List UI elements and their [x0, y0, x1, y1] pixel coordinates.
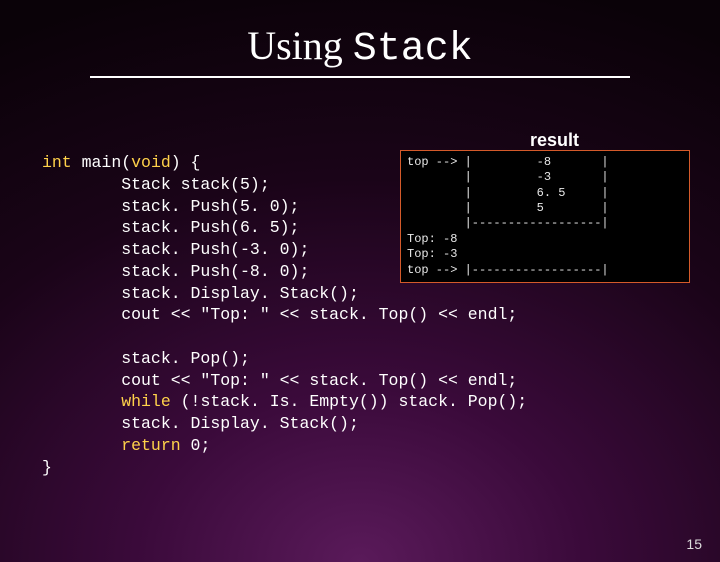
code-line: stack. Push(-8. 0); — [42, 262, 309, 281]
code-line: stack. Push(5. 0); — [42, 197, 299, 216]
kw-return: return — [121, 436, 180, 455]
title-text-1: Using — [247, 23, 353, 68]
code-line: stack. Display. Stack(); — [42, 284, 359, 303]
code-text: 0; — [181, 436, 211, 455]
code-line: cout << "Top: " << stack. Top() << endl; — [42, 371, 517, 390]
code-line: cout << "Top: " << stack. Top() << endl; — [42, 305, 517, 324]
code-line: stack. Pop(); — [42, 349, 250, 368]
kw-while: while — [121, 392, 171, 411]
code-block: int main(void) { Stack stack(5); stack. … — [42, 152, 527, 478]
title-text-2: Stack — [353, 27, 473, 72]
code-text — [42, 392, 121, 411]
code-line: stack. Push(6. 5); — [42, 218, 299, 237]
kw-void: void — [131, 153, 171, 172]
code-line: stack. Display. Stack(); — [42, 414, 359, 433]
page-number: 15 — [686, 536, 702, 552]
code-line: Stack stack(5); — [42, 175, 270, 194]
kw-int: int — [42, 153, 72, 172]
result-label: result — [530, 130, 579, 151]
code-line: } — [42, 458, 52, 477]
title-underline — [90, 76, 630, 78]
code-text: main( — [72, 153, 131, 172]
code-line: stack. Push(-3. 0); — [42, 240, 309, 259]
code-text — [42, 436, 121, 455]
code-text: ) { — [171, 153, 201, 172]
code-text: (!stack. Is. Empty()) stack. Pop(); — [171, 392, 527, 411]
slide-title: Using Stack — [0, 22, 720, 72]
